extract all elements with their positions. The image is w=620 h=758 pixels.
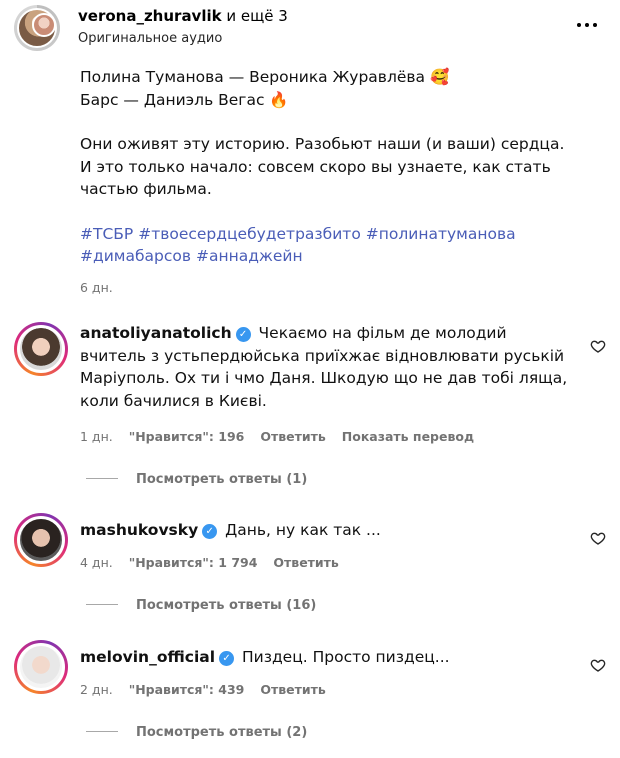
- translate-button[interactable]: Показать перевод: [342, 429, 474, 444]
- caption-line: И это только начало: совсем скоро вы узн…: [80, 157, 551, 176]
- comment-username[interactable]: anatoliyanatolich: [80, 324, 232, 342]
- view-replies-label: Посмотреть ответы (2): [136, 725, 308, 740]
- avatar-image: [17, 325, 65, 373]
- view-replies-button[interactable]: Посмотреть ответы (2): [86, 725, 307, 740]
- comment-text-block: melovin_official ✓ Пиздец. Просто пиздец.…: [80, 646, 570, 669]
- hashtag-link[interactable]: #твоесердцебудетразбито: [138, 225, 361, 243]
- heart-outline-icon[interactable]: [590, 338, 606, 354]
- verified-badge-icon: ✓: [202, 524, 218, 539]
- commenter-avatar[interactable]: [14, 640, 68, 694]
- verified-badge-icon: ✓: [219, 651, 235, 666]
- reply-button[interactable]: Ответить: [273, 555, 338, 570]
- view-replies-button[interactable]: Посмотреть ответы (16): [86, 598, 316, 613]
- post-header: verona_zhuravlik и ещё 3 Оригинальное ау…: [0, 0, 620, 62]
- hashtag-link[interactable]: #ТСБР: [80, 225, 133, 243]
- more-dots-icon[interactable]: [576, 14, 598, 36]
- commenter-avatar[interactable]: [14, 322, 68, 376]
- like-count[interactable]: "Нравится": 1 794: [129, 555, 258, 570]
- reply-button[interactable]: Ответить: [260, 429, 325, 444]
- hashtag-link[interactable]: #димабарсов: [80, 247, 191, 265]
- coauthor-avatar-image: [32, 13, 56, 37]
- caption-line: частью фильма.: [80, 180, 212, 198]
- comment-meta: 2 дн. "Нравится": 439 Ответить: [80, 682, 338, 697]
- replies-divider: [86, 478, 118, 479]
- replies-divider: [86, 731, 118, 732]
- comment-username[interactable]: melovin_official: [80, 648, 215, 666]
- like-count[interactable]: "Нравится": 196: [129, 429, 245, 444]
- comment-time[interactable]: 1 дн.: [80, 429, 113, 444]
- avatar-image: [17, 643, 65, 691]
- comment-meta: 4 дн. "Нравится": 1 794 Ответить: [80, 555, 351, 570]
- hashtag-link[interactable]: #аннаджейн: [196, 247, 303, 265]
- comment-meta: 1 дн. "Нравится": 196 Ответить Показать …: [80, 429, 486, 444]
- caption-line: Полина Туманова — Вероника Журавлёва 🥰: [80, 68, 450, 86]
- heart-outline-icon[interactable]: [590, 657, 606, 673]
- audio-label[interactable]: Оригинальное аудио: [78, 31, 222, 46]
- hashtag-link[interactable]: #полинатуманова: [366, 225, 516, 243]
- caption-timestamp[interactable]: 6 дн.: [80, 280, 113, 295]
- commenter-avatar[interactable]: [14, 513, 68, 567]
- view-replies-button[interactable]: Посмотреть ответы (1): [86, 472, 307, 487]
- caption-line: Они оживят эту историю. Разобьют наши (и…: [80, 135, 565, 153]
- comment-time[interactable]: 4 дн.: [80, 555, 113, 570]
- author-line: verona_zhuravlik и ещё 3: [78, 7, 288, 25]
- author-avatar[interactable]: [14, 5, 60, 51]
- avatar-image: [17, 516, 65, 564]
- comment-text-block: anatoliyanatolich ✓ Чекаємо на фільм де м…: [80, 322, 570, 412]
- post-caption: Полина Туманова — Вероника Журавлёва 🥰 Б…: [80, 66, 580, 268]
- coauthors-count[interactable]: и ещё 3: [222, 7, 287, 25]
- comment-time[interactable]: 2 дн.: [80, 682, 113, 697]
- hashtags-line: #димабарсов #аннаджейн: [80, 245, 580, 268]
- like-count[interactable]: "Нравится": 439: [129, 682, 245, 697]
- comment-text: Дань, ну как так ...: [225, 521, 381, 539]
- verified-badge-icon: ✓: [235, 327, 251, 342]
- view-replies-label: Посмотреть ответы (1): [136, 472, 308, 487]
- view-replies-label: Посмотреть ответы (16): [136, 598, 317, 613]
- comment-text-block: mashukovsky ✓ Дань, ну как так ...: [80, 519, 570, 542]
- heart-outline-icon[interactable]: [590, 530, 606, 546]
- caption-line: Барс — Даниэль Вегас 🔥: [80, 90, 289, 109]
- reply-button[interactable]: Ответить: [260, 682, 325, 697]
- comment-text: Пиздец. Просто пиздец...: [241, 648, 450, 666]
- hashtags-line: #ТСБР #твоесердцебудетразбито #полинатум…: [80, 223, 580, 246]
- comment-username[interactable]: mashukovsky: [80, 521, 198, 539]
- replies-divider: [86, 604, 118, 605]
- author-username[interactable]: verona_zhuravlik: [78, 7, 222, 25]
